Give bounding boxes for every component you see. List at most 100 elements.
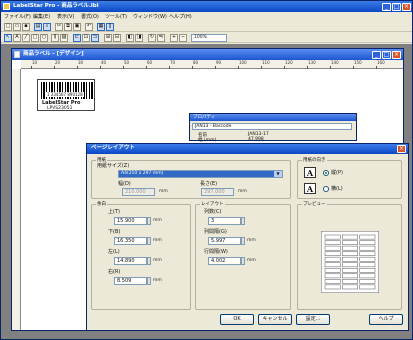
barcode-button[interactable]: ‖ <box>106 22 114 31</box>
rectangle-tool[interactable]: □ <box>31 33 39 42</box>
margin-left-field[interactable]: 14.890 <box>114 257 147 265</box>
cancel-button[interactable]: キャンセル <box>258 314 292 325</box>
margin-right-field[interactable]: 8.509 <box>114 277 147 285</box>
back-tool[interactable]: ◨ <box>135 33 143 42</box>
preview-label-cell <box>324 234 341 240</box>
column-gap-field[interactable]: 5.997 <box>208 237 241 245</box>
landscape-label[interactable]: 横(L) <box>331 186 343 192</box>
minimize-button[interactable]: _ <box>382 2 391 11</box>
paper-size-select[interactable]: A4(210 x 297 mm) ▼ <box>118 170 283 178</box>
close-button[interactable]: × <box>402 2 411 11</box>
app-titlebar[interactable]: LabelStar Pro - 商品ラベル.lbl _ □ × <box>1 1 412 12</box>
group-tool[interactable]: ⊞ <box>104 33 112 42</box>
preview-label-cell <box>359 240 376 245</box>
ungroup-tool[interactable]: ⊟ <box>113 33 121 42</box>
image-tool[interactable]: ▨ <box>60 33 68 42</box>
zoom-in-tool[interactable]: + <box>170 33 178 42</box>
menu-format[interactable]: 書式(O) <box>81 13 99 20</box>
doc-close-button[interactable]: × <box>392 50 401 59</box>
new-button[interactable]: □ <box>4 22 12 31</box>
margin-top-spinner[interactable] <box>147 217 151 225</box>
menu-help[interactable]: ヘルプ(H) <box>169 13 192 20</box>
property-value[interactable]: 47.998 <box>248 137 264 142</box>
ruler-number: 160 <box>377 60 385 65</box>
portrait-radio[interactable] <box>323 170 329 176</box>
align-right-tool[interactable]: ⊐ <box>91 33 99 42</box>
paste-button[interactable]: ▣ <box>73 22 81 31</box>
doc-minimize-button[interactable]: _ <box>372 50 381 59</box>
open-button[interactable]: ▭ <box>13 22 21 31</box>
dialog-titlebar[interactable]: ページレイアウト × <box>87 144 408 154</box>
preview-label-cell <box>324 256 341 262</box>
preview-button[interactable]: ⌕ <box>43 22 51 31</box>
text-tool[interactable]: A <box>13 33 21 42</box>
paper-width-field[interactable]: 210.000 <box>122 188 155 196</box>
zoom-select[interactable]: 100% <box>191 33 227 42</box>
zoom-out-tool[interactable]: − <box>179 33 187 42</box>
align-center-tool[interactable]: ⊡ <box>82 33 90 42</box>
menu-view[interactable]: 表示(V) <box>57 13 74 20</box>
preview-label-cell <box>324 279 341 284</box>
column-gap-spinner[interactable] <box>241 237 245 245</box>
menu-tools[interactable]: ツール(T) <box>105 13 127 20</box>
preview-label-cell <box>324 251 341 257</box>
margin-bottom-field[interactable]: 16.350 <box>114 237 147 245</box>
dialog-close-button[interactable]: × <box>397 145 406 153</box>
select-tool[interactable]: ↖ <box>4 33 12 42</box>
menu-edit[interactable]: 編集(E) <box>33 13 50 20</box>
preview-label-cell <box>359 251 376 257</box>
columns-spinner[interactable] <box>241 217 245 225</box>
rotate-tool[interactable]: ↻ <box>148 33 156 42</box>
columns-field[interactable]: 3 <box>208 217 241 225</box>
database-icon: ▦ <box>98 23 104 29</box>
cut-button[interactable]: ✂ <box>55 22 63 31</box>
menu-window[interactable]: ウィンドウ(W) <box>133 13 167 20</box>
drawing-toolbar: ↖ A ╱ □ ○ ⫼ ▨ ⊏ ⊡ ⊐ ⊞ ⊟ ◧ ◨ ↻ ⇋ + − 100% <box>1 32 412 43</box>
ruler-number: 80 <box>193 60 199 65</box>
preview-label-cell <box>359 256 376 262</box>
flip-tool[interactable]: ⇋ <box>157 33 165 42</box>
margin-left-label: 左(L) <box>108 249 120 255</box>
margin-right-spinner[interactable] <box>147 277 151 285</box>
row-gap-field[interactable]: 4.002 <box>208 257 241 265</box>
ok-button[interactable]: OK <box>220 314 254 325</box>
portrait-label[interactable]: 縦(P) <box>331 170 343 176</box>
ruler-number: 50 <box>124 60 130 65</box>
group-icon: ⊞ <box>105 34 111 40</box>
maximize-button[interactable]: □ <box>392 2 401 11</box>
save-button[interactable]: ▪ <box>22 22 30 31</box>
margin-left-spinner[interactable] <box>147 257 151 265</box>
ellipse-tool[interactable]: ○ <box>40 33 48 42</box>
barcode-icon: ‖ <box>108 23 112 29</box>
setup-button[interactable]: 設定... <box>296 314 330 325</box>
bring-front-icon: ◧ <box>127 34 133 40</box>
app-title: LabelStar Pro - 商品ラベル.lbl <box>13 3 99 9</box>
front-tool[interactable]: ◧ <box>126 33 134 42</box>
ruler-number: 100 <box>239 60 247 65</box>
landscape-radio[interactable] <box>323 186 329 192</box>
doc-maximize-button[interactable]: □ <box>382 50 391 59</box>
properties-object-select[interactable]: JAN13 - Barcode <box>192 123 352 130</box>
document-titlebar[interactable]: 商品ラベル - [デザイン] _ □ × <box>12 49 403 60</box>
page-layout-dialog: ページレイアウト × 用紙 用紙サイズ(Z) A4(210 x 297 mm) … <box>86 143 409 331</box>
unit-label: mm <box>153 258 162 263</box>
line-tool[interactable]: ╱ <box>22 33 30 42</box>
help-button[interactable]: ヘルプ <box>369 314 403 325</box>
margin-top-field[interactable]: 15.900 <box>114 217 147 225</box>
database-button[interactable]: ▦ <box>97 22 105 31</box>
ellipse-icon: ○ <box>41 34 47 40</box>
print-button[interactable]: ▤ <box>34 22 42 31</box>
rotate-icon: ↻ <box>149 34 155 40</box>
barcode-tool[interactable]: ⫼ <box>51 33 59 42</box>
menu-file[interactable]: ファイル(F) <box>4 13 31 20</box>
undo-button[interactable]: ↶ <box>85 22 93 31</box>
label-preview[interactable]: 1 234567 890128 LabelStar Pro LPVS23051 <box>37 79 95 111</box>
paper-height-field[interactable]: 297.000 <box>201 188 234 196</box>
align-center-icon: ⊡ <box>83 34 89 40</box>
margin-top-label: 上(T) <box>108 209 120 215</box>
margin-bottom-spinner[interactable] <box>147 237 151 245</box>
vertical-ruler <box>12 69 21 330</box>
copy-button[interactable]: ⧉ <box>64 22 72 31</box>
align-left-tool[interactable]: ⊏ <box>73 33 81 42</box>
row-gap-spinner[interactable] <box>241 257 245 265</box>
